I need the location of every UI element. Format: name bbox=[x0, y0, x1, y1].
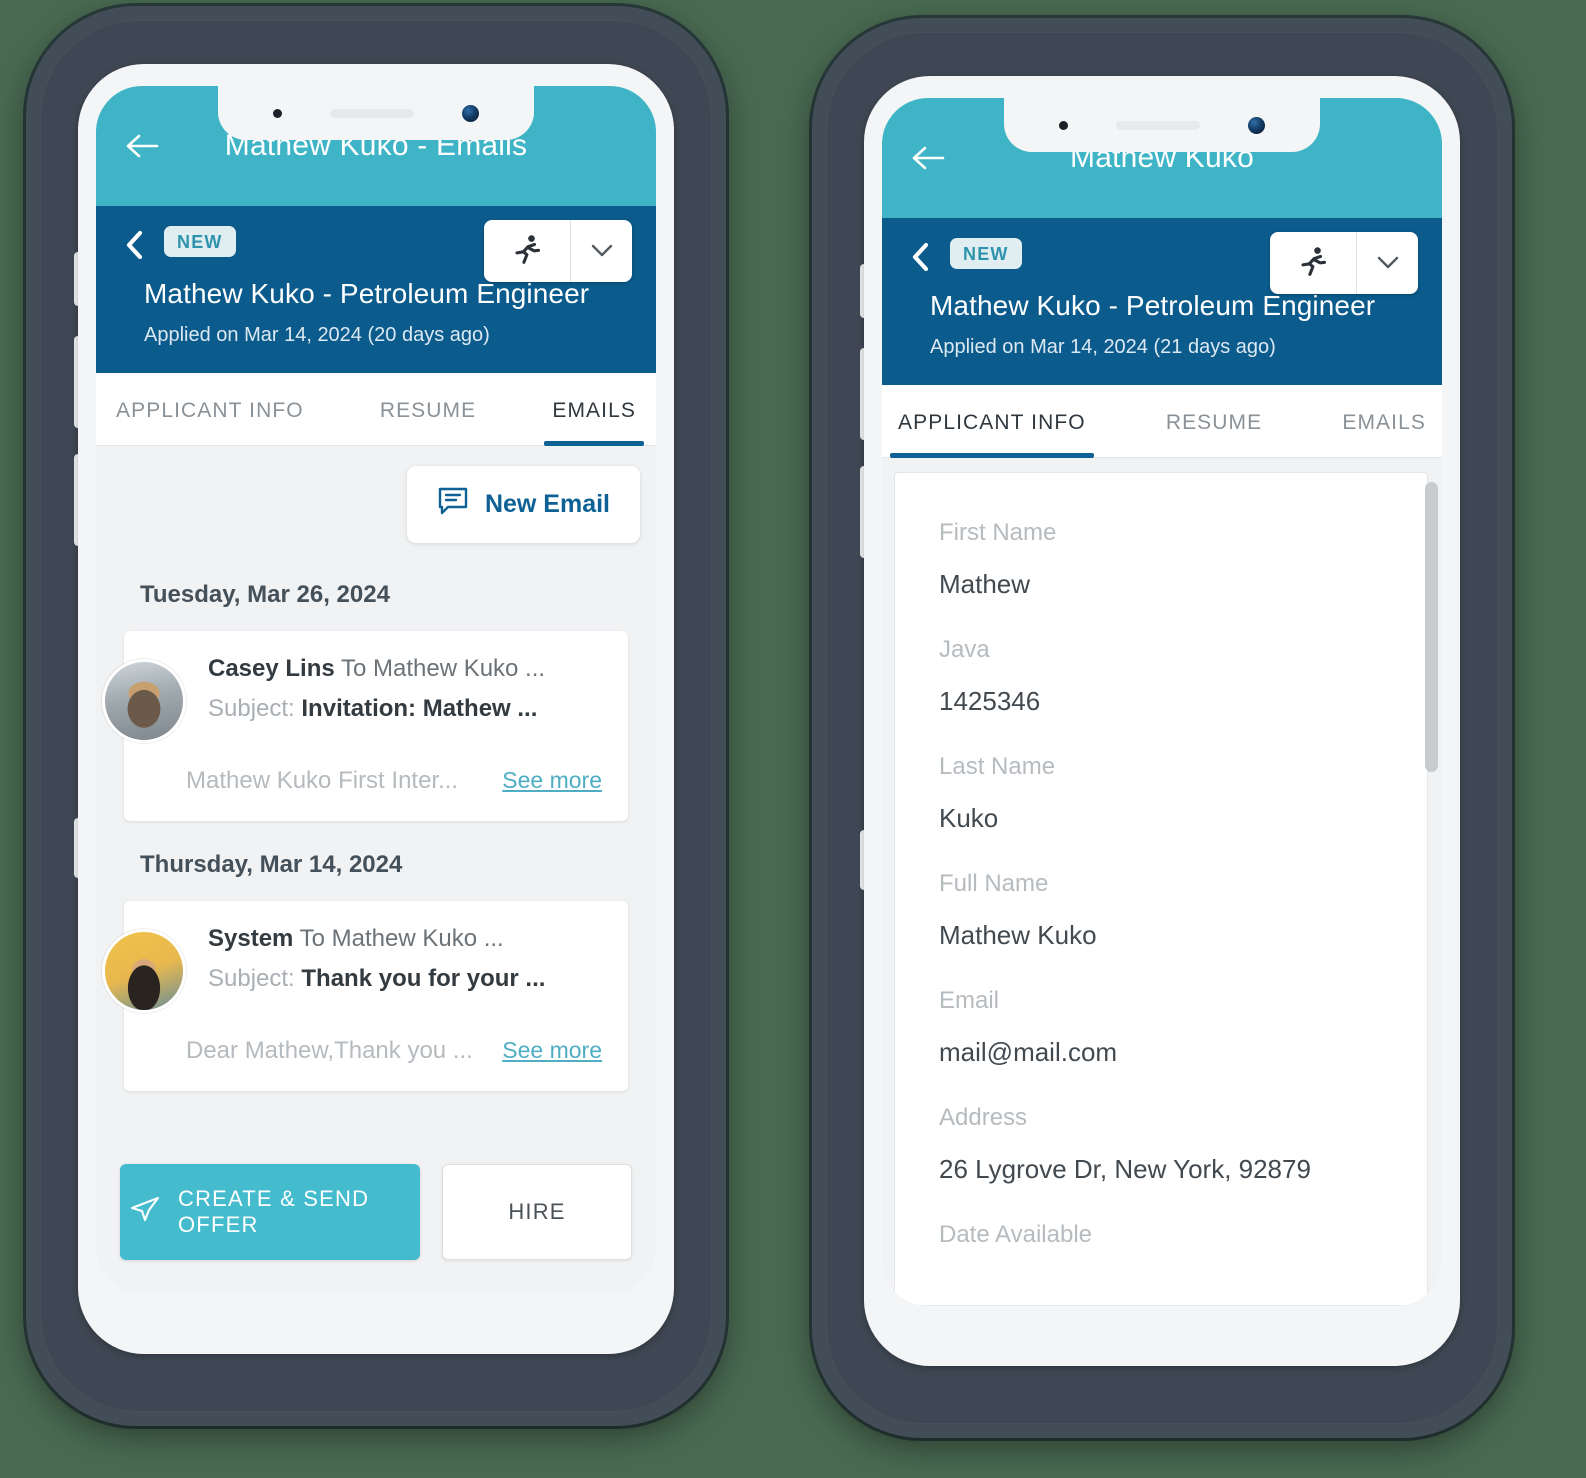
candidate-name-role: Mathew Kuko - Petroleum Engineer bbox=[144, 278, 590, 309]
hire-button[interactable]: HIRE bbox=[442, 1164, 632, 1260]
field-label: Full Name bbox=[939, 870, 1049, 897]
speaker-slot-icon bbox=[1116, 120, 1200, 130]
stage-action-group bbox=[484, 220, 632, 282]
right-candidate-header: NEW Mathew Kuko - Petroleum Engineer App… bbox=[882, 218, 1442, 385]
candidate-name-role: Mathew Kuko - Petroleum Engineer bbox=[930, 290, 1376, 321]
email-subject-label: Subject: bbox=[208, 695, 295, 722]
front-camera-icon bbox=[462, 104, 479, 122]
tab-resume[interactable]: RESUME bbox=[366, 373, 490, 445]
field-value: 1425346 bbox=[939, 686, 1041, 716]
applied-date: Applied on Mar 14, 2024 (20 days ago) bbox=[144, 324, 490, 346]
email-sender: Casey Lins bbox=[208, 655, 335, 682]
email-subject-line: Subject: Invitation: Mathew ... bbox=[208, 695, 602, 723]
field-label: Java bbox=[939, 636, 990, 663]
email-sender: System bbox=[208, 925, 294, 952]
tab-applicant-info[interactable]: APPLICANT INFO bbox=[884, 385, 1100, 458]
running-person-icon[interactable] bbox=[484, 220, 570, 282]
bottom-action-bar: CREATE & SEND OFFER HIRE bbox=[96, 1138, 656, 1294]
field-value: Mathew Kuko bbox=[939, 920, 1097, 950]
email-date-group-label: Thursday, Mar 14, 2024 bbox=[140, 851, 403, 878]
field-full-name: Full Name Mathew Kuko bbox=[939, 870, 1383, 951]
left-phone-frame: Mathew Kuko - Emails NEW Mathew Kuko - P… bbox=[78, 64, 674, 1354]
front-camera-icon bbox=[1248, 116, 1265, 134]
left-phone-device: Mathew Kuko - Emails NEW Mathew Kuko - P… bbox=[26, 6, 726, 1426]
tab-emails[interactable]: EMAILS bbox=[538, 373, 650, 446]
running-person-icon[interactable] bbox=[1270, 232, 1356, 294]
field-date-available: Date Available bbox=[939, 1221, 1383, 1249]
status-badge: NEW bbox=[950, 238, 1022, 269]
email-from-line: Casey Lins To Mathew Kuko ... bbox=[208, 655, 602, 683]
page-root: Mathew Kuko - Emails NEW Mathew Kuko - P… bbox=[0, 0, 1586, 1478]
email-recipient: To Mathew Kuko ... bbox=[299, 925, 504, 952]
avatar bbox=[102, 659, 186, 743]
right-phone-device: Mathew Kuko NEW Mathew Kuko - Petroleum … bbox=[812, 18, 1512, 1438]
email-recipient: To Mathew Kuko ... bbox=[340, 655, 546, 682]
right-phone-screen: Mathew Kuko NEW Mathew Kuko - Petroleum … bbox=[882, 98, 1442, 1306]
email-subject-label: Subject: bbox=[208, 965, 295, 992]
create-send-offer-button[interactable]: CREATE & SEND OFFER bbox=[120, 1164, 420, 1260]
applied-date: Applied on Mar 14, 2024 (21 days ago) bbox=[930, 336, 1276, 358]
hire-label: HIRE bbox=[508, 1199, 566, 1224]
send-icon bbox=[130, 1196, 160, 1228]
chevron-down-icon[interactable] bbox=[1356, 232, 1418, 294]
create-send-offer-label: CREATE & SEND OFFER bbox=[178, 1186, 370, 1237]
email-subject: Thank you for your ... bbox=[301, 965, 546, 992]
candidate-back-button[interactable] bbox=[120, 228, 148, 262]
tab-applicant-info[interactable]: APPLICANT INFO bbox=[102, 373, 318, 445]
email-preview: Mathew Kuko First Inter... bbox=[186, 767, 459, 794]
field-value: Kuko bbox=[939, 803, 999, 833]
new-email-button[interactable]: New Email bbox=[406, 466, 640, 543]
scrollbar[interactable] bbox=[1422, 472, 1440, 1306]
right-phone-notch bbox=[1004, 98, 1320, 152]
applicant-info-panel: First Name Mathew Java 1425346 Last Name… bbox=[882, 458, 1442, 1306]
email-from-line: System To Mathew Kuko ... bbox=[208, 925, 602, 953]
field-last-name: Last Name Kuko bbox=[939, 753, 1383, 834]
back-button[interactable] bbox=[906, 135, 952, 181]
chevron-down-icon[interactable] bbox=[570, 220, 632, 282]
email-subject-line: Subject: Thank you for your ... bbox=[208, 965, 602, 993]
email-date-group-label: Tuesday, Mar 26, 2024 bbox=[140, 581, 390, 608]
field-value: Mathew bbox=[939, 569, 1031, 599]
email-list[interactable]: Tuesday, Mar 26, 2024 Casey Lins To Math… bbox=[96, 551, 656, 1138]
field-first-name: First Name Mathew bbox=[939, 519, 1383, 600]
sensor-dot-icon bbox=[1059, 120, 1068, 130]
field-label: Last Name bbox=[939, 753, 1056, 780]
field-label: First Name bbox=[939, 519, 1057, 546]
email-preview: Dear Mathew,Thank you ... bbox=[186, 1037, 473, 1064]
tab-emails[interactable]: EMAILS bbox=[1328, 385, 1440, 457]
see-more-link[interactable]: See more bbox=[502, 767, 602, 794]
stage-action-group bbox=[1270, 232, 1418, 294]
left-candidate-header: NEW Mathew Kuko - Petroleum Engineer App… bbox=[96, 206, 656, 373]
sensor-dot-icon bbox=[273, 108, 282, 118]
speaker-slot-icon bbox=[330, 108, 414, 118]
field-label: Address bbox=[939, 1104, 1028, 1131]
scrollbar-thumb[interactable] bbox=[1425, 482, 1438, 772]
candidate-back-button[interactable] bbox=[906, 240, 934, 274]
right-phone-frame: Mathew Kuko NEW Mathew Kuko - Petroleum … bbox=[864, 76, 1460, 1366]
field-address: Address 26 Lygrove Dr, New York, 92879 bbox=[939, 1104, 1383, 1185]
emails-panel: New Email Tuesday, Mar 26, 2024 Casey Li… bbox=[96, 446, 656, 1294]
applicant-info-card: First Name Mathew Java 1425346 Last Name… bbox=[894, 472, 1428, 1306]
field-email: Email mail@mail.com bbox=[939, 987, 1383, 1068]
new-email-row: New Email bbox=[96, 446, 656, 551]
status-badge: NEW bbox=[164, 226, 236, 257]
field-label: Email bbox=[939, 987, 1000, 1014]
tab-resume[interactable]: RESUME bbox=[1152, 385, 1276, 457]
field-label: Date Available bbox=[939, 1221, 1092, 1248]
email-list-item[interactable]: System To Mathew Kuko ... Subject: Thank… bbox=[102, 901, 628, 1091]
right-tab-bar: APPLICANT INFO RESUME EMAILS bbox=[882, 385, 1442, 458]
field-value: 26 Lygrove Dr, New York, 92879 bbox=[939, 1154, 1311, 1184]
see-more-link[interactable]: See more bbox=[502, 1037, 602, 1064]
email-subject: Invitation: Mathew ... bbox=[301, 695, 538, 722]
field-java: Java 1425346 bbox=[939, 636, 1383, 717]
field-value: mail@mail.com bbox=[939, 1037, 1118, 1067]
left-phone-screen: Mathew Kuko - Emails NEW Mathew Kuko - P… bbox=[96, 86, 656, 1294]
email-list-item[interactable]: Casey Lins To Mathew Kuko ... Subject: I… bbox=[102, 631, 628, 821]
message-icon bbox=[437, 486, 469, 523]
left-tab-bar: APPLICANT INFO RESUME EMAILS bbox=[96, 373, 656, 446]
avatar bbox=[102, 929, 186, 1013]
left-phone-notch bbox=[218, 86, 534, 140]
back-button[interactable] bbox=[120, 123, 166, 169]
new-email-label: New Email bbox=[484, 490, 610, 518]
